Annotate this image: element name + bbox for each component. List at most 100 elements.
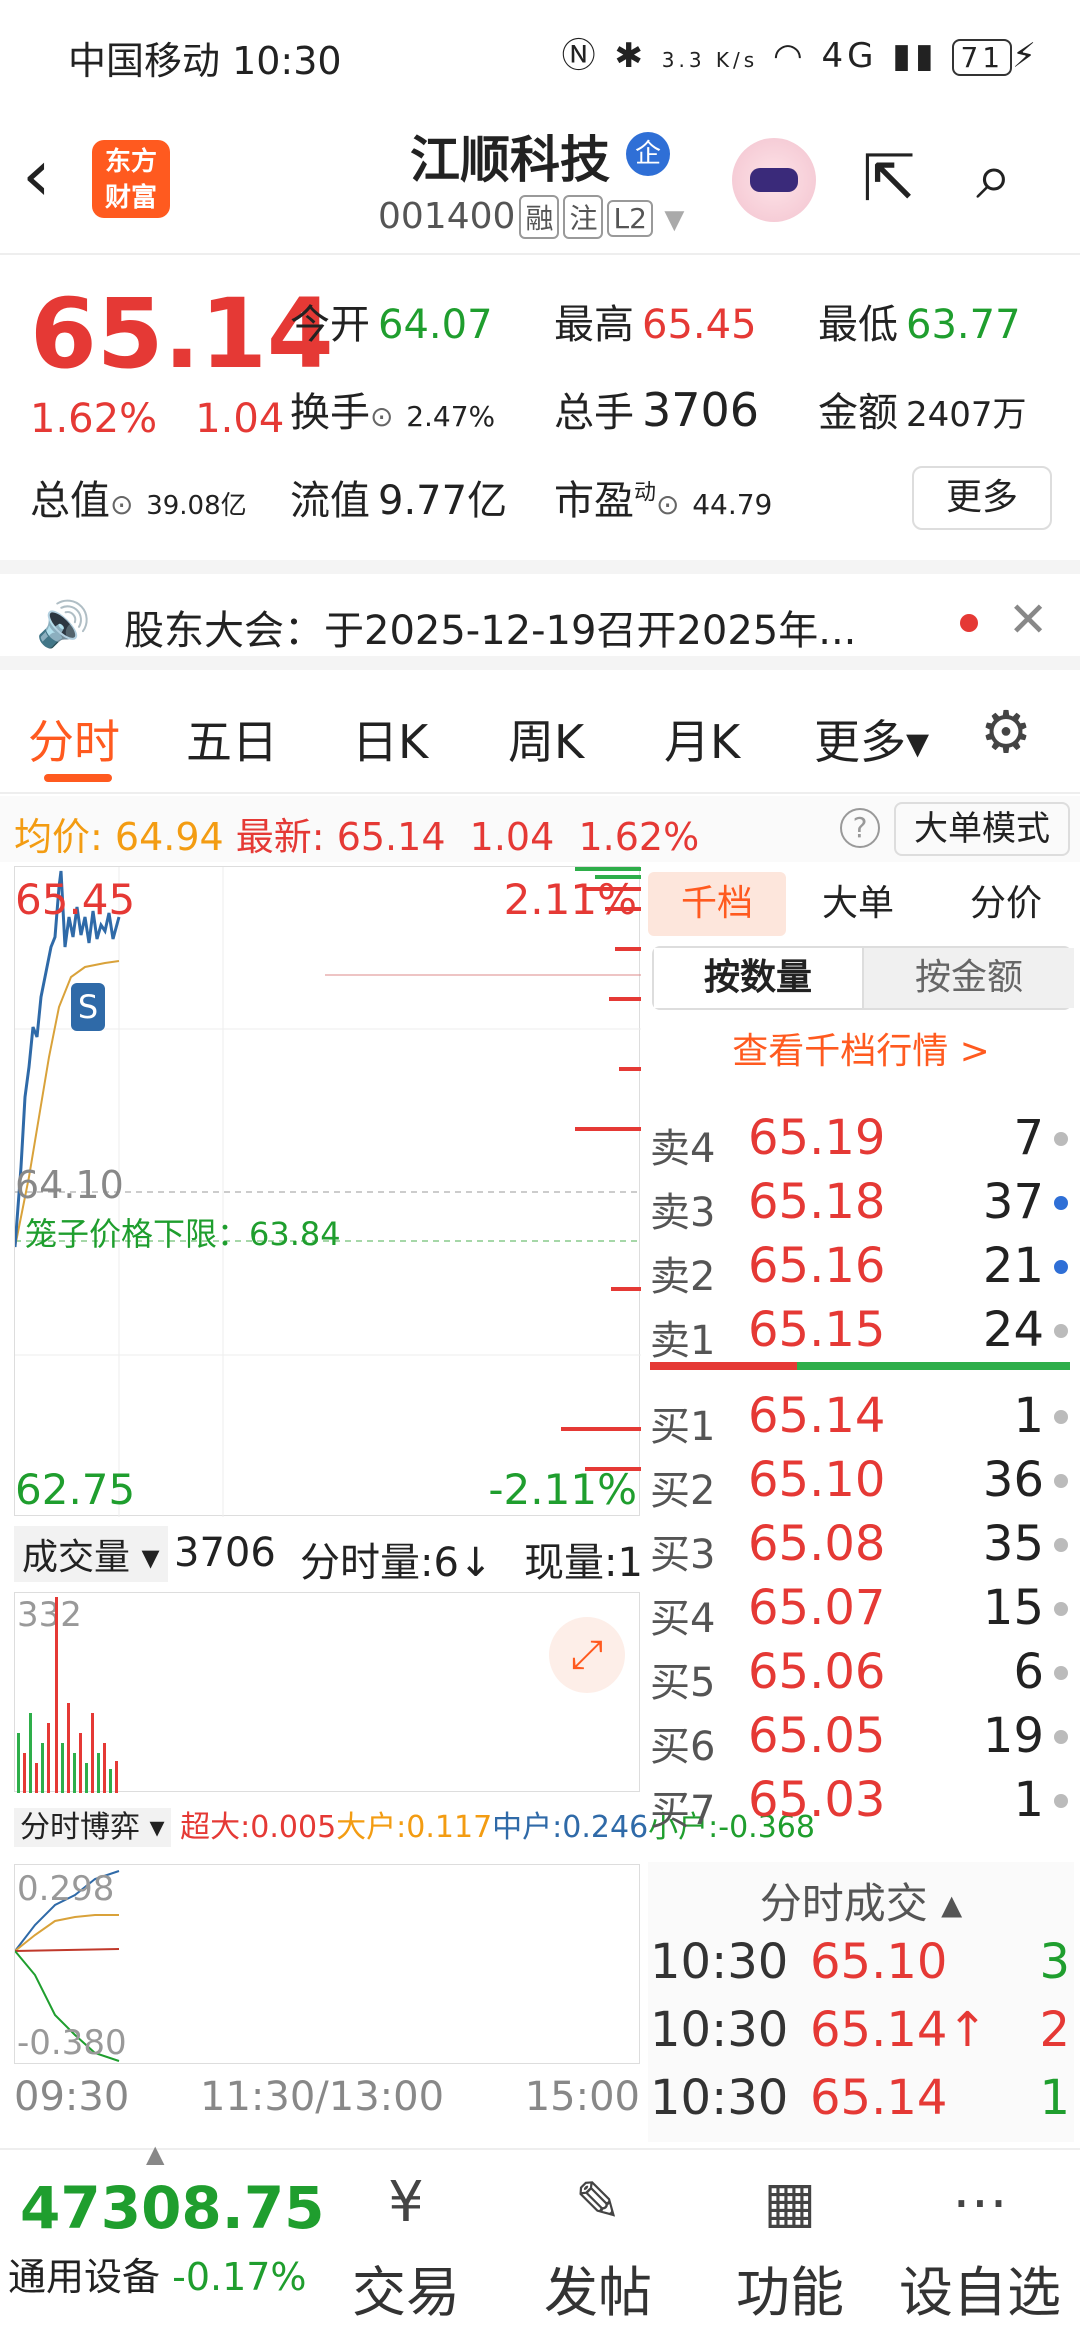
tab-weekly-k[interactable]: 周K: [508, 706, 584, 772]
header-bar: ‹ 东方 财富 江顺科技 企 001400 融注 L2 ▼ ⇱ ⌕: [0, 100, 1080, 255]
search-icon[interactable]: ⌕: [976, 140, 1012, 214]
level-price: 65.08: [748, 1516, 886, 1572]
stock-name[interactable]: 江顺科技: [410, 120, 610, 192]
volume-panel: 成交量 ▾ 3706 分时量:6↓ 现量:1 332 ⤢: [14, 1520, 643, 1800]
order-row[interactable]: 买4 65.07 15: [648, 1580, 1074, 1644]
trade-row: 10:30 65.14 1: [650, 2070, 1070, 2136]
amount-value: 2407万: [906, 395, 1027, 435]
level2-tag: L2: [607, 200, 653, 237]
enterprise-badge: 企: [626, 132, 670, 176]
turnover-label: 换手: [290, 390, 370, 436]
pe-dynamic-sup: 动: [634, 480, 657, 506]
trades-title[interactable]: 分时成交 ▴: [648, 1870, 1074, 1931]
tab-big-order[interactable]: 大单: [822, 872, 894, 936]
level-volume: 36: [982, 1452, 1044, 1508]
by-amount-button[interactable]: 按金额: [864, 948, 1074, 1008]
volume-total: 3706: [174, 1530, 276, 1576]
gear-icon[interactable]: ⚙: [980, 698, 1032, 766]
game-select[interactable]: 分时博弈 ▾: [14, 1808, 171, 1847]
sector-index-name[interactable]: 通用设备 -0.17%: [8, 2246, 307, 2301]
tab-depth[interactable]: 千档: [648, 872, 786, 936]
level-price: 65.07: [748, 1580, 886, 1636]
order-row[interactable]: 买3 65.08 35: [648, 1516, 1074, 1580]
status-dot: [1054, 1196, 1068, 1210]
by-quantity-button[interactable]: 按数量: [654, 948, 864, 1008]
stock-code-row[interactable]: 001400 融注 L2 ▼: [378, 195, 684, 239]
sell-marker[interactable]: S: [71, 983, 105, 1031]
sector-index-value[interactable]: 47308.75: [20, 2174, 325, 2242]
order-depth-bars: [561, 867, 641, 1471]
pe-label: 市盈: [554, 478, 634, 524]
info-icon[interactable]: ⊙: [370, 400, 393, 433]
post-button[interactable]: ✎ 发帖: [528, 2158, 668, 2327]
level-label: 买6: [650, 1724, 716, 1770]
yen-icon: ¥: [388, 2170, 424, 2235]
chart-low-pct: -2.11%: [488, 1465, 637, 1514]
trade-time: 10:30: [650, 2070, 789, 2126]
quote-panel: 65.14 1.62% 1.04 今开 64.07 最高 65.45 最低 63.77…: [0, 256, 1080, 556]
speaker-icon: 🔊: [36, 599, 91, 650]
level-price: 65.18: [748, 1174, 886, 1230]
add-watchlist-button[interactable]: ⋯ 设自选: [890, 2158, 1070, 2327]
assistant-robot-icon[interactable]: [732, 138, 816, 222]
volume-per-minute: 分时量:6↓: [300, 1540, 493, 1586]
order-row[interactable]: 卖1 65.15 24: [648, 1302, 1074, 1366]
volume-now: 现量:1: [524, 1530, 643, 1588]
order-row[interactable]: 卖2 65.16 21: [648, 1238, 1074, 1302]
expand-icon[interactable]: ⤢: [549, 1617, 625, 1693]
notice-text[interactable]: 股东大会：于2025-12-19召开2025年...: [124, 598, 856, 656]
low-item: 最低 63.77: [818, 292, 1021, 350]
tab-more[interactable]: 更多▾: [814, 706, 929, 772]
game-header: 分时博弈 ▾ 超大:0.005大户:0.117中户:0.246小户:-0.368: [14, 1800, 815, 1862]
info-icon[interactable]: ⊙: [110, 488, 133, 521]
close-icon[interactable]: ✕: [1008, 592, 1048, 648]
super-label: 超大:: [180, 1810, 251, 1845]
function-button[interactable]: ▦ 功能: [720, 2158, 860, 2327]
level-volume: 19: [982, 1708, 1044, 1764]
big-label: 大户:: [336, 1810, 407, 1845]
last-value: 65.14: [336, 815, 446, 859]
chevron-up-icon[interactable]: ▲: [146, 2140, 164, 2168]
view-depth-link[interactable]: 查看千档行情 >: [648, 1022, 1074, 1074]
volume-select[interactable]: 成交量 ▾: [14, 1526, 168, 1582]
trade-volume: 1: [1039, 2070, 1070, 2126]
time-mid: 11:30/13:00: [200, 2074, 445, 2120]
level-label: 买2: [650, 1468, 716, 1514]
help-icon[interactable]: ?: [840, 808, 880, 848]
intraday-chart[interactable]: 65.45 2.11% 64.10 笼子价格下限：63.84 62.75 -2.…: [14, 866, 641, 1517]
order-row[interactable]: 卖4 65.19 7: [648, 1110, 1074, 1174]
order-row[interactable]: 买6 65.05 19: [648, 1708, 1074, 1772]
order-row[interactable]: 卖3 65.18 37: [648, 1174, 1074, 1238]
notice-bar[interactable]: 🔊 股东大会：于2025-12-19召开2025年... ✕: [0, 560, 1080, 670]
level-volume: 37: [982, 1174, 1044, 1230]
tab-underline: [44, 774, 112, 782]
trade-button[interactable]: ¥ 交易: [336, 2158, 476, 2327]
tab-monthly-k[interactable]: 月K: [664, 706, 740, 772]
share-icon[interactable]: ⇱: [862, 142, 916, 216]
chevron-down-icon: ▼: [664, 205, 685, 235]
chart-tabs: 分时 五日 日K 周K 月K 更多▾ ⚙: [0, 684, 1080, 794]
post-label: 发帖: [544, 2261, 652, 2324]
tab-daily-k[interactable]: 日K: [352, 706, 428, 772]
back-icon[interactable]: ‹: [22, 139, 51, 211]
info-icon[interactable]: ⊙: [656, 488, 679, 521]
level-price: 65.05: [748, 1708, 886, 1764]
more-button[interactable]: 更多: [912, 466, 1052, 530]
tab-intraday[interactable]: 分时: [28, 706, 120, 772]
big-order-mode-button[interactable]: 大单模式: [894, 802, 1070, 856]
float-label: 流值: [290, 478, 370, 524]
level-price: 65.10: [748, 1452, 886, 1508]
registration-tag: 注: [563, 195, 604, 239]
tab-five-day[interactable]: 五日: [186, 706, 278, 772]
level-volume: 1: [1013, 1772, 1044, 1828]
order-row[interactable]: 买2 65.10 36: [648, 1452, 1074, 1516]
order-row[interactable]: 买1 65.14 1: [648, 1388, 1074, 1452]
app-logo[interactable]: 东方 财富: [92, 140, 170, 218]
order-row[interactable]: 买7 65.03 1: [648, 1772, 1074, 1836]
status-dot: [1054, 1260, 1068, 1274]
cap-value: 39.08亿: [146, 491, 247, 521]
tab-price-dist[interactable]: 分价: [970, 872, 1042, 936]
level-price: 65.15: [748, 1302, 886, 1358]
order-row[interactable]: 买5 65.06 6: [648, 1644, 1074, 1708]
logo-text-2: 财富: [104, 183, 157, 213]
